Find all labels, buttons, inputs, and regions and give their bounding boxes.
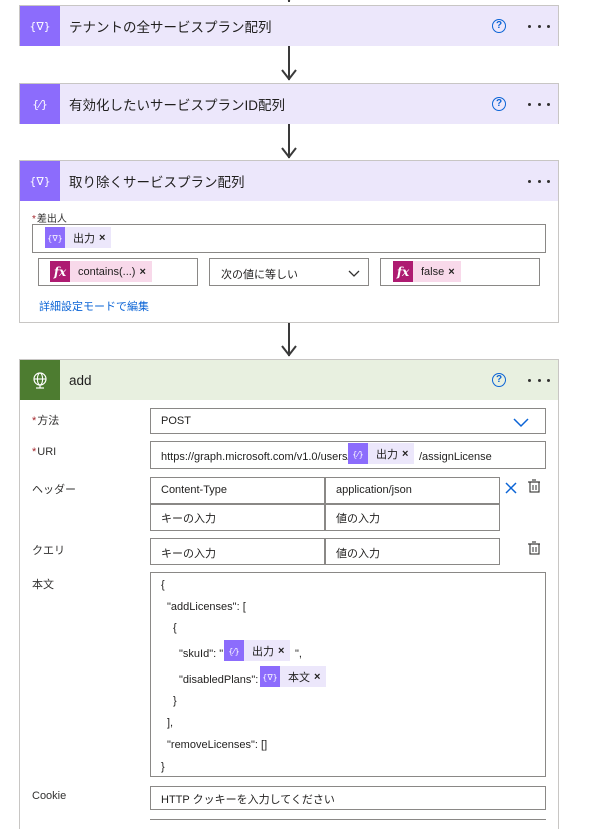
method-label: *方法 xyxy=(32,415,60,427)
card-header[interactable]: {∇} 取り除くサービスプラン配列 xyxy=(20,161,558,201)
help-icon[interactable]: ? xyxy=(492,373,506,387)
cookie-label: Cookie xyxy=(32,790,67,802)
card-header[interactable]: {∇} テナントの全サービスプラン配列 ? xyxy=(20,6,558,46)
action-card-all-plans[interactable]: {∇} テナントの全サービスプラン配列 ? xyxy=(19,5,559,46)
card-title: テナントの全サービスプラン配列 xyxy=(69,20,272,35)
variable-icon: {∇} xyxy=(260,666,280,687)
query-key-input[interactable]: キーの入力 xyxy=(150,538,325,565)
card-title: 有効化したいサービスプランID配列 xyxy=(69,98,285,113)
next-field-edge xyxy=(150,819,546,823)
chevron-down-icon xyxy=(513,418,529,428)
variable-icon: {⁄} xyxy=(348,443,368,464)
expression-icon: fx xyxy=(50,261,70,282)
variable-icon: {∇} xyxy=(45,227,65,248)
svg-text:{∇}: {∇} xyxy=(263,673,277,682)
connector-arrow-icon xyxy=(281,147,297,159)
from-label: *差出人 xyxy=(32,214,67,225)
switch-text-mode-icon[interactable] xyxy=(527,479,541,494)
operator-select[interactable]: 次の値に等しい xyxy=(209,258,369,286)
condition-right-input[interactable]: fx false × xyxy=(380,258,540,286)
card-header[interactable]: {⁄} 有効化したいサービスプランID配列 ? xyxy=(20,84,558,124)
action-card-enabled-plans[interactable]: {⁄} 有効化したいサービスプランID配列 ? xyxy=(19,83,559,124)
header-value-input-empty[interactable]: 値の入力 xyxy=(325,504,500,531)
remove-token-icon[interactable]: × xyxy=(278,645,290,657)
more-options-icon[interactable] xyxy=(528,16,550,36)
switch-text-mode-icon[interactable] xyxy=(527,541,541,556)
uri-label: *URI xyxy=(32,446,57,458)
token-output[interactable]: {⁄} 出力 × xyxy=(348,443,415,464)
headers-label: ヘッダー xyxy=(32,484,76,496)
expression-icon: fx xyxy=(393,261,413,282)
advanced-mode-link[interactable]: 詳細設定モードで編集 xyxy=(39,298,149,314)
svg-text:{∇}: {∇} xyxy=(48,234,62,243)
variable-icon: {⁄} xyxy=(224,640,244,661)
query-value-input[interactable]: 値の入力 xyxy=(325,538,500,565)
token-output[interactable]: {∇} 出力 × xyxy=(45,227,112,248)
remove-token-icon[interactable]: × xyxy=(314,671,326,683)
filter-icon: {∇} xyxy=(20,161,60,201)
svg-text:{⁄}: {⁄} xyxy=(228,647,240,656)
help-icon[interactable]: ? xyxy=(492,97,506,111)
more-options-icon[interactable] xyxy=(528,370,550,390)
uri-input[interactable]: https://graph.microsoft.com/v1.0/users/ … xyxy=(150,441,546,469)
more-options-icon[interactable] xyxy=(528,171,550,191)
token-expression[interactable]: fx contains(...) × xyxy=(50,261,152,282)
query-label: クエリ xyxy=(32,545,65,557)
header-key-input[interactable]: Content-Type xyxy=(150,477,325,504)
header-value-input[interactable]: application/json xyxy=(325,477,500,504)
header-key-input-empty[interactable]: キーの入力 xyxy=(150,504,325,531)
card-title: 取り除くサービスプラン配列 xyxy=(69,175,245,190)
method-select[interactable]: POST xyxy=(150,408,546,434)
more-options-icon[interactable] xyxy=(528,94,550,114)
variable-icon: {∇} xyxy=(20,6,60,46)
globe-icon xyxy=(20,360,60,400)
token-expression[interactable]: fx false × xyxy=(393,261,461,282)
delete-header-icon[interactable] xyxy=(504,481,518,495)
remove-token-icon[interactable]: × xyxy=(448,266,460,278)
condition-left-input[interactable]: fx contains(...) × xyxy=(38,258,198,286)
chevron-down-icon xyxy=(348,270,360,277)
token-body[interactable]: {∇} 本文 × xyxy=(260,666,327,687)
card-title: add xyxy=(69,372,92,388)
remove-token-icon[interactable]: × xyxy=(139,266,151,278)
remove-token-icon[interactable]: × xyxy=(99,232,111,244)
body-label: 本文 xyxy=(32,579,54,591)
connector-arrow-icon xyxy=(281,345,297,357)
card-header[interactable]: add ? xyxy=(20,360,558,400)
body-editor[interactable]: { "addLicenses": [ { "skuId": " {⁄} 出力 × … xyxy=(150,572,546,777)
svg-text:{∇}: {∇} xyxy=(30,20,50,33)
svg-text:{∇}: {∇} xyxy=(30,175,50,188)
svg-text:{⁄}: {⁄} xyxy=(32,98,48,111)
svg-text:{⁄}: {⁄} xyxy=(352,450,364,459)
help-icon[interactable]: ? xyxy=(492,19,506,33)
token-output[interactable]: {⁄} 出力 × xyxy=(224,640,291,661)
compose-icon: {⁄} xyxy=(20,84,60,124)
cookie-input[interactable]: HTTP クッキーを入力してください xyxy=(150,786,546,810)
remove-token-icon[interactable]: × xyxy=(402,448,414,460)
from-input[interactable]: {∇} 出力 × xyxy=(32,224,546,253)
connector-arrow-icon xyxy=(281,69,297,81)
